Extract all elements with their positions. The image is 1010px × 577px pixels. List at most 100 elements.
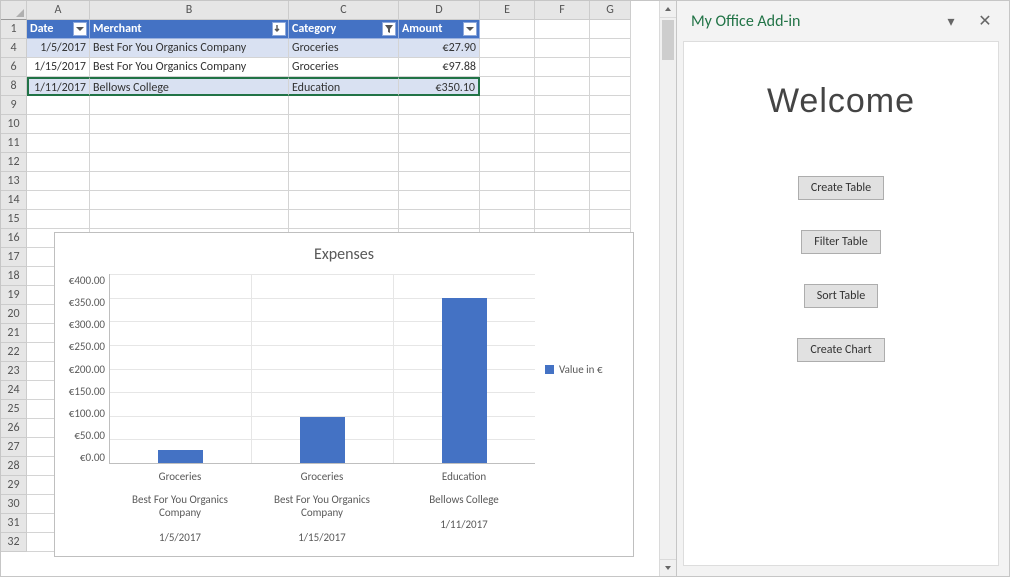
filter-dropdown-icon[interactable]	[73, 22, 87, 36]
row-header[interactable]: 27	[1, 438, 27, 457]
cell[interactable]	[27, 115, 90, 134]
cell[interactable]	[399, 96, 480, 115]
cell[interactable]	[535, 96, 590, 115]
cell[interactable]	[289, 153, 399, 172]
row-header[interactable]: 25	[1, 400, 27, 419]
row-header[interactable]: 29	[1, 476, 27, 495]
sort-asc-dropdown-icon[interactable]	[272, 22, 286, 36]
cell-merchant[interactable]: Best For You Organics Company	[90, 39, 289, 58]
cell-amount[interactable]: €350.10	[399, 77, 480, 96]
cell[interactable]	[535, 39, 590, 58]
cell[interactable]	[480, 191, 535, 210]
cell[interactable]	[480, 96, 535, 115]
embedded-chart[interactable]: Expenses €400.00 €350.00 €300.00 €250.00…	[54, 232, 634, 557]
col-header-G[interactable]: G	[590, 1, 631, 20]
row-header[interactable]: 15	[1, 210, 27, 229]
cell[interactable]	[480, 153, 535, 172]
row-header[interactable]: 14	[1, 191, 27, 210]
scroll-down-button[interactable]	[660, 559, 676, 576]
row-header[interactable]: 31	[1, 514, 27, 533]
cell[interactable]	[535, 134, 590, 153]
cell-category[interactable]: Groceries	[289, 39, 399, 58]
cell[interactable]	[27, 96, 90, 115]
cell[interactable]	[535, 58, 590, 77]
vertical-scrollbar[interactable]	[659, 1, 676, 576]
cell[interactable]	[90, 172, 289, 191]
row-header[interactable]: 26	[1, 419, 27, 438]
create-chart-button[interactable]: Create Chart	[797, 338, 884, 362]
close-icon[interactable]: ✕	[975, 11, 995, 31]
cell[interactable]	[590, 39, 631, 58]
cell[interactable]	[289, 96, 399, 115]
cell[interactable]	[289, 191, 399, 210]
scroll-thumb[interactable]	[662, 20, 674, 60]
sort-table-button[interactable]: Sort Table	[804, 284, 878, 308]
row-header[interactable]: 20	[1, 305, 27, 324]
cell[interactable]	[535, 115, 590, 134]
header-date[interactable]: Date	[27, 20, 90, 39]
col-header-F[interactable]: F	[535, 1, 590, 20]
cell[interactable]	[535, 191, 590, 210]
cell-date[interactable]: 1/5/2017	[27, 39, 90, 58]
cell[interactable]	[590, 77, 631, 96]
cell[interactable]	[90, 153, 289, 172]
row-header[interactable]: 8	[1, 77, 27, 96]
cell[interactable]	[289, 172, 399, 191]
worksheet-area[interactable]: A B C D E F G 1 Date Merchant	[1, 1, 676, 576]
cell[interactable]	[399, 191, 480, 210]
cell[interactable]	[480, 58, 535, 77]
cell[interactable]	[289, 134, 399, 153]
chart-bar[interactable]	[158, 450, 203, 463]
cell[interactable]	[480, 39, 535, 58]
cell[interactable]	[590, 96, 631, 115]
cell[interactable]	[535, 77, 590, 96]
header-merchant[interactable]: Merchant	[90, 20, 289, 39]
cell[interactable]	[590, 210, 631, 229]
cell[interactable]	[590, 115, 631, 134]
cell[interactable]	[289, 115, 399, 134]
cell[interactable]	[480, 134, 535, 153]
cell[interactable]	[590, 153, 631, 172]
cell-merchant[interactable]: Bellows College	[90, 77, 289, 96]
row-header[interactable]: 22	[1, 343, 27, 362]
chart-bar[interactable]	[442, 298, 487, 463]
cell[interactable]	[399, 134, 480, 153]
cell[interactable]	[27, 153, 90, 172]
row-header[interactable]: 21	[1, 324, 27, 343]
cell[interactable]	[399, 210, 480, 229]
row-header[interactable]: 30	[1, 495, 27, 514]
cell[interactable]	[27, 134, 90, 153]
cell[interactable]	[480, 77, 535, 96]
cell-amount[interactable]: €97.88	[399, 58, 480, 77]
row-header[interactable]: 24	[1, 381, 27, 400]
row-header[interactable]: 23	[1, 362, 27, 381]
cell[interactable]	[27, 172, 90, 191]
cell-date[interactable]: 1/11/2017	[27, 77, 90, 96]
row-header[interactable]: 32	[1, 533, 27, 552]
cell[interactable]	[289, 210, 399, 229]
cell[interactable]	[480, 172, 535, 191]
cell[interactable]	[399, 153, 480, 172]
cell[interactable]	[90, 115, 289, 134]
cell[interactable]	[399, 115, 480, 134]
row-header[interactable]: 28	[1, 457, 27, 476]
cell[interactable]	[90, 210, 289, 229]
row-header[interactable]: 10	[1, 115, 27, 134]
cell[interactable]	[590, 134, 631, 153]
cell[interactable]	[480, 20, 535, 39]
row-header[interactable]: 16	[1, 229, 27, 248]
cell-category[interactable]: Education	[289, 77, 399, 96]
cell[interactable]	[399, 172, 480, 191]
cell[interactable]	[90, 191, 289, 210]
select-all-corner[interactable]	[1, 1, 27, 20]
filter-table-button[interactable]: Filter Table	[801, 230, 880, 254]
col-header-E[interactable]: E	[480, 1, 535, 20]
cell[interactable]	[480, 210, 535, 229]
cell-date[interactable]: 1/15/2017	[27, 58, 90, 77]
cell[interactable]	[590, 20, 631, 39]
cell[interactable]	[480, 115, 535, 134]
row-header[interactable]: 9	[1, 96, 27, 115]
cell-merchant[interactable]: Best For You Organics Company	[90, 58, 289, 77]
col-header-D[interactable]: D	[399, 1, 480, 20]
row-header[interactable]: 1	[1, 20, 27, 39]
